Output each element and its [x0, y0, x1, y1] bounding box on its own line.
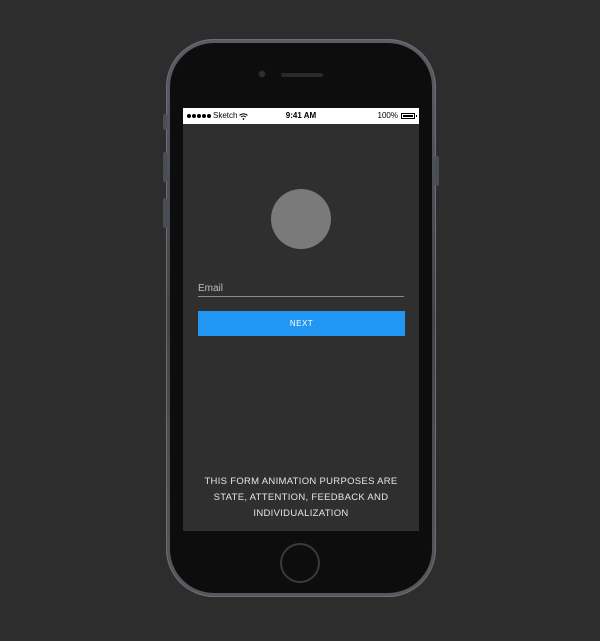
next-button[interactable]: NEXT — [198, 311, 405, 336]
battery-percent: 100% — [377, 111, 398, 120]
volume-down-button — [163, 198, 167, 228]
volume-up-button — [163, 152, 167, 182]
status-right: 100% — [377, 108, 417, 124]
info-line-1: THIS FORM ANIMATION PURPOSES ARE — [204, 476, 398, 487]
battery-icon — [401, 113, 417, 119]
info-line-3: INDIVIDUALIZATION — [253, 508, 349, 519]
info-line-2: STATE, ATTENTION, FEEDBACK AND — [213, 492, 389, 503]
power-button — [435, 156, 439, 186]
phone-screen: Sketch 9:41 AM 100% NEXT THIS FORM ANIMA… — [183, 108, 419, 531]
email-field[interactable] — [198, 280, 404, 297]
front-camera — [259, 71, 265, 77]
earpiece-speaker — [281, 73, 323, 77]
info-text: THIS FORM ANIMATION PURPOSES ARE STATE, … — [183, 474, 419, 522]
avatar — [271, 189, 331, 249]
stage: Sketch 9:41 AM 100% NEXT THIS FORM ANIMA… — [0, 0, 600, 641]
silent-switch — [163, 114, 167, 130]
home-button[interactable] — [280, 543, 320, 583]
status-bar: Sketch 9:41 AM 100% — [183, 108, 419, 124]
